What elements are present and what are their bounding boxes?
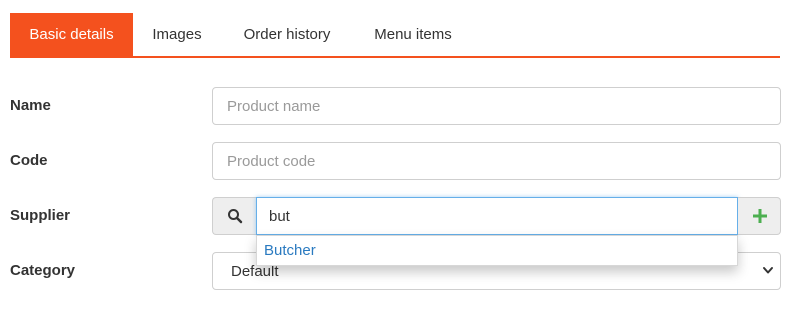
tab-order-history[interactable]: Order history: [226, 13, 348, 56]
tab-bar: Basic details Images Order history Menu …: [10, 13, 780, 58]
tab-basic-details[interactable]: Basic details: [10, 13, 133, 56]
code-label: Code: [10, 152, 48, 169]
product-name-input[interactable]: [212, 87, 781, 125]
name-label: Name: [10, 97, 51, 114]
plus-icon: [753, 209, 767, 223]
product-code-input[interactable]: [212, 142, 781, 180]
tab-menu-items[interactable]: Menu items: [358, 13, 468, 56]
tab-images[interactable]: Images: [137, 13, 217, 56]
add-supplier-button[interactable]: [738, 197, 781, 235]
supplier-suggestions-dropdown: Butcher: [256, 235, 738, 266]
suggestion-item[interactable]: Butcher: [264, 242, 316, 259]
chevron-down-icon: [763, 267, 773, 274]
supplier-label: Supplier: [10, 207, 71, 224]
search-icon: [228, 209, 243, 224]
category-label: Category: [10, 262, 76, 279]
supplier-search-addon: [212, 197, 256, 235]
supplier-search-input[interactable]: [256, 197, 738, 235]
